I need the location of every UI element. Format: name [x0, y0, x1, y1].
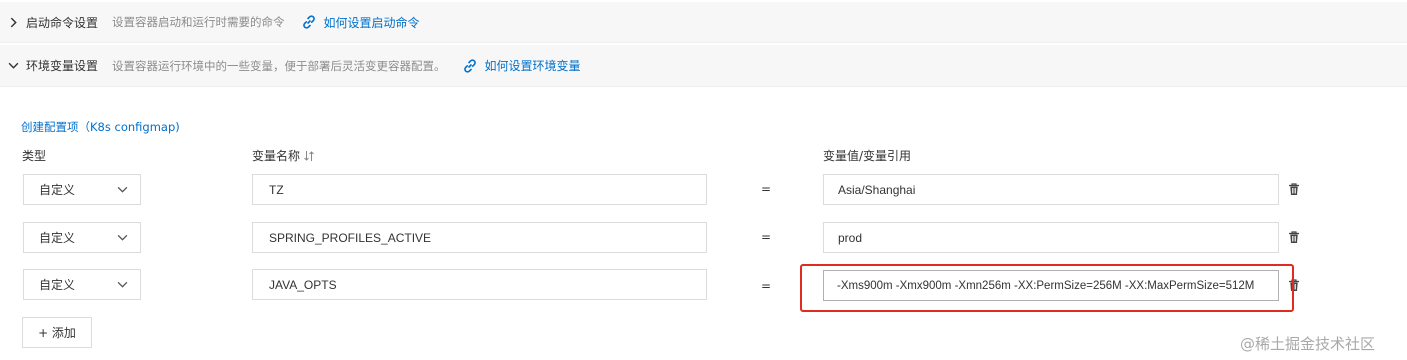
section-description: 设置容器运行环境中的一些变量，便于部署后灵活变更容器配置。	[112, 58, 446, 73]
section-title: 环境变量设置	[26, 59, 99, 73]
equals-sign: =	[761, 182, 772, 196]
type-select[interactable]: 自定义	[23, 269, 141, 300]
trash-icon[interactable]	[1287, 278, 1301, 292]
variable-value-input[interactable]: prod	[823, 222, 1279, 253]
help-link-label: 如何设置环境变量	[484, 59, 581, 73]
watermark: @稀土掘金技术社区	[1240, 335, 1376, 353]
equals-sign: =	[761, 279, 772, 293]
equals-sign: =	[761, 230, 772, 244]
column-header-type: 类型	[22, 149, 47, 163]
type-select[interactable]: 自定义	[23, 222, 141, 253]
help-link-startup-command[interactable]: 如何设置启动命令	[301, 14, 420, 31]
section-title: 启动命令设置	[26, 15, 99, 30]
chevron-down-icon[interactable]	[0, 45, 26, 86]
add-variable-button[interactable]: + 添加	[22, 317, 92, 348]
type-select[interactable]: 自定义	[23, 174, 141, 205]
create-configmap-link[interactable]: 创建配置项（K8s configmap)	[21, 119, 180, 135]
type-select-value: 自定义	[39, 231, 76, 245]
section-description: 设置容器启动和运行时需要的命令	[112, 15, 285, 29]
variable-name-input[interactable]: JAVA_OPTS	[252, 269, 707, 300]
column-header-name: 变量名称	[252, 147, 315, 164]
chevron-down-icon	[117, 186, 128, 193]
type-select-value: 自定义	[39, 278, 76, 292]
variable-name-input[interactable]: TZ	[252, 174, 707, 205]
variable-value-input[interactable]: Asia/Shanghai	[823, 174, 1279, 205]
help-link-env-variables[interactable]: 如何设置环境变量	[462, 57, 581, 74]
variable-value-input[interactable]: -Xms900m -Xmx900m -Xmn256m -XX:PermSize=…	[823, 270, 1279, 301]
type-select-value: 自定义	[39, 183, 76, 197]
link-icon	[302, 15, 315, 29]
link-icon	[463, 58, 476, 73]
variable-name-input[interactable]: SPRING_PROFILES_ACTIVE	[252, 222, 707, 253]
section-startup-command[interactable]: 启动命令设置 设置容器启动和运行时需要的命令 如何设置启动命令	[0, 2, 1407, 43]
chevron-right-icon[interactable]	[0, 2, 26, 42]
sort-icon[interactable]	[303, 150, 315, 162]
chevron-down-icon	[117, 281, 128, 288]
section-env-variables[interactable]: 环境变量设置 设置容器运行环境中的一些变量，便于部署后灵活变更容器配置。 如何设…	[0, 45, 1407, 87]
column-header-value: 变量值/变量引用	[823, 149, 912, 163]
chevron-down-icon	[117, 234, 128, 241]
trash-icon[interactable]	[1287, 230, 1301, 244]
help-link-label: 如何设置启动命令	[323, 15, 420, 30]
trash-icon[interactable]	[1287, 182, 1301, 196]
